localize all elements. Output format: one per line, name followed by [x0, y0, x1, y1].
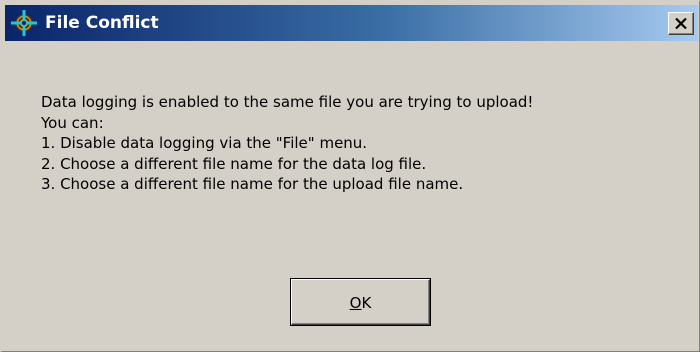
message-line: Data logging is enabled to the same file… — [41, 93, 534, 111]
message-line: You can: — [41, 113, 104, 132]
title-bar[interactable]: File Conflict — [5, 5, 698, 41]
message-line: 1. Disable data logging via the "File" m… — [41, 134, 368, 152]
close-button[interactable] — [668, 12, 694, 35]
file-conflict-dialog: File Conflict Data logging is enabled to… — [0, 0, 700, 352]
app-crosshair-icon — [11, 10, 37, 36]
ok-label-rest: K — [361, 294, 372, 312]
ok-mnemonic: O — [349, 294, 362, 312]
dialog-title: File Conflict — [45, 13, 159, 33]
message-line: 2. Choose a different file name for the … — [41, 154, 427, 173]
close-icon — [675, 18, 687, 29]
message-line: 3. Choose a different file name for the … — [41, 175, 464, 193]
dialog-message: Data logging is enabled to the same file… — [41, 92, 681, 195]
ok-button[interactable]: OK — [290, 278, 431, 326]
ok-button-label: OK — [292, 293, 429, 313]
